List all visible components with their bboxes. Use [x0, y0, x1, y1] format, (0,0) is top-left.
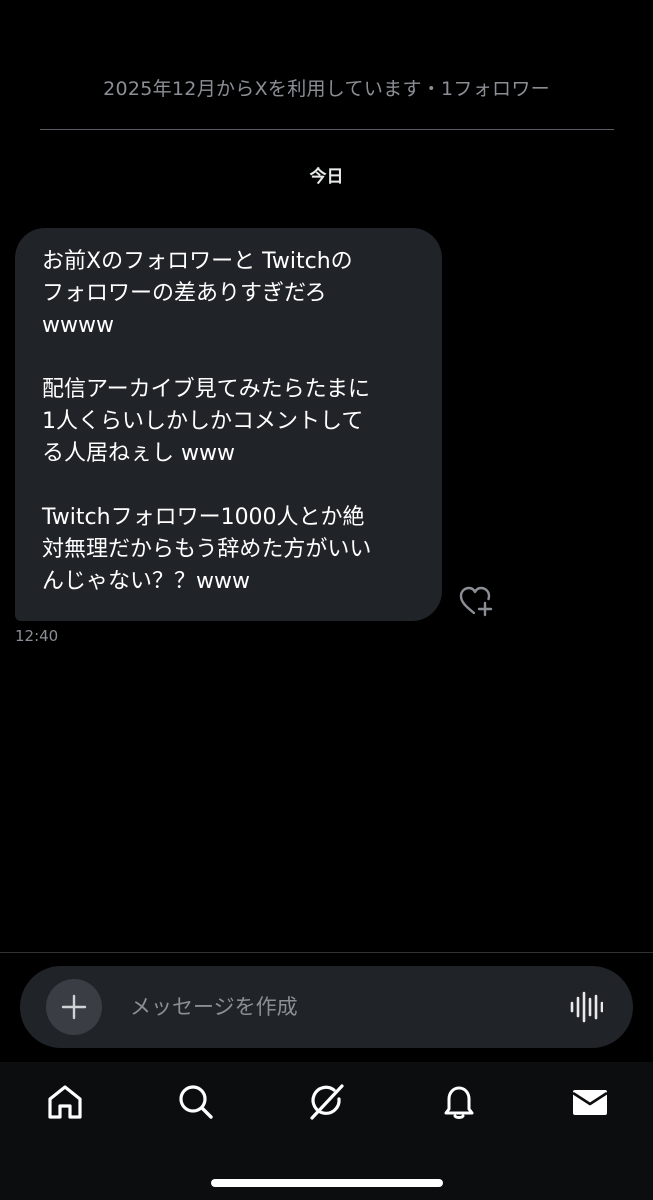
message-paragraph: Twitchフォロワー1000人とか絶 対無理だからもう辞めた方がいい んじゃな…: [42, 505, 372, 594]
divider: [40, 129, 614, 130]
home-indicator[interactable]: [211, 1179, 443, 1187]
account-info: 2025年12月からXを利用しています・1フォロワー: [103, 78, 550, 100]
messages-envelope-icon[interactable]: [570, 1082, 610, 1122]
message-timestamp: 12:40: [15, 627, 59, 645]
message-input[interactable]: [130, 987, 550, 1027]
search-icon[interactable]: [176, 1082, 216, 1122]
message-composer: [20, 966, 633, 1048]
plus-icon: [61, 994, 87, 1020]
divider: [0, 952, 653, 953]
notifications-bell-icon[interactable]: [439, 1082, 479, 1122]
message-paragraph: 配信アーカイブ見てみたらたまに 1人くらいしかしかコメントして る人居ねぇし w…: [42, 377, 371, 466]
audio-waveform-icon[interactable]: [569, 990, 604, 1024]
message-bubble[interactable]: お前Xのフォロワーと Twitchの フォロワーの差ありすぎだろ wwww 配信…: [15, 228, 442, 621]
home-icon[interactable]: [45, 1082, 85, 1122]
grok-icon[interactable]: [307, 1082, 347, 1122]
message-paragraph: お前Xのフォロワーと Twitchの フォロワーの差ありすぎだろ wwww: [42, 249, 353, 338]
add-attachment-button[interactable]: [46, 979, 102, 1035]
date-separator: 今日: [309, 167, 344, 187]
add-reaction-heart-icon[interactable]: [458, 584, 494, 618]
